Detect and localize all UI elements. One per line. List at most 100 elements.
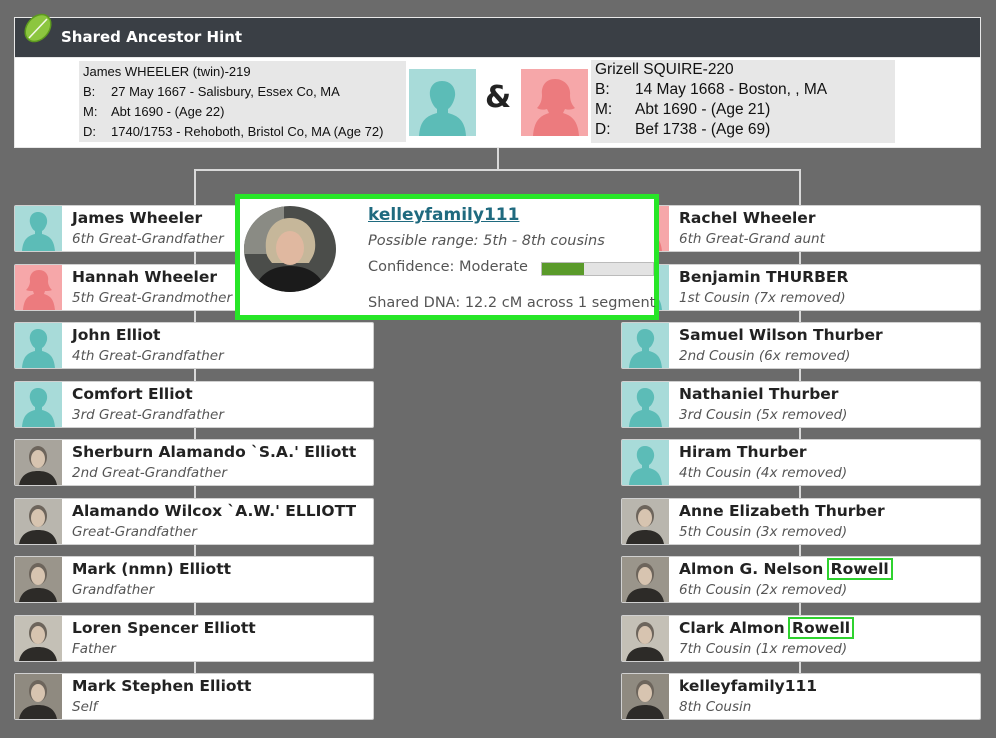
person-name[interactable]: Mark Stephen Elliott: [72, 677, 251, 695]
ancestor-card[interactable]: Loren Spencer Elliott Father: [14, 614, 374, 662]
avatar: [622, 498, 669, 544]
person-name-text: Comfort Elliot: [72, 384, 193, 403]
relative-card[interactable]: kelleyfamily111 8th Cousin: [621, 673, 981, 720]
person-name[interactable]: John Elliot: [72, 326, 160, 344]
wife-info[interactable]: Grizell SQUIRE-220 B: 14 May 1668 - Bosto…: [591, 60, 895, 143]
relative-card[interactable]: Nathaniel Thurber 3rd Cousin (5x removed): [621, 380, 981, 428]
death-label: D:: [83, 124, 96, 139]
relationship-label: Father: [72, 640, 116, 657]
ampersand: &: [485, 80, 512, 115]
person-name[interactable]: Rachel Wheeler: [679, 209, 815, 227]
male-avatar-icon: [15, 381, 62, 427]
person-photo: [15, 557, 62, 602]
avatar: [15, 440, 62, 485]
ancestor-card[interactable]: Sherburn Alamando `S.A.' Elliott 2nd Grea…: [14, 439, 374, 486]
match-photo: [244, 206, 336, 292]
male-avatar-icon: [15, 323, 62, 368]
avatar: [622, 557, 669, 602]
relative-card[interactable]: Almon G. Nelson Rowell 6th Cousin (2x rem…: [621, 556, 981, 603]
person-name[interactable]: Samuel Wilson Thurber: [679, 326, 883, 344]
birth-label: B:: [595, 81, 610, 98]
person-name-text: Mark Stephen Elliott: [72, 677, 252, 695]
avatar: [15, 615, 62, 661]
hint-header: Shared Ancestor Hint: [14, 13, 981, 57]
person-name[interactable]: Almon G. Nelson Rowell: [679, 558, 893, 580]
person-name[interactable]: Mark (nmn) Elliott: [72, 560, 231, 578]
relationship-label: 8th Cousin: [679, 699, 752, 715]
ancestor-card[interactable]: John Elliot 4th Great-Grandfather: [14, 322, 374, 369]
person-name[interactable]: Alamando Wilcox `A.W.' ELLIOTT: [72, 502, 356, 520]
relationship-label: 6th Cousin (2x removed): [679, 582, 848, 598]
avatar: [15, 206, 62, 251]
leaf-icon: [24, 13, 52, 43]
relationship-label: 4th Great-Grandfather: [72, 348, 224, 364]
person-name-text: Alamando Wilcox `A.W.' ELLIOTT: [72, 501, 357, 520]
person-name[interactable]: James Wheeler: [72, 209, 202, 227]
person-name-text: Loren Spencer Elliott: [72, 618, 256, 637]
surname-highlight: Rowell: [788, 616, 855, 639]
relative-card[interactable]: Samuel Wilson Thurber 2nd Cousin (6x remo…: [621, 322, 981, 369]
relative-card[interactable]: Benjamin THURBER 1st Cousin (7x removed): [621, 263, 981, 311]
person-name-text: Sherburn Alamando `S.A.' Elliott: [72, 443, 357, 461]
relative-card[interactable]: Anne Elizabeth Thurber 5th Cousin (3x rem…: [621, 497, 981, 545]
death-value: Bef 1738 - (Age 69): [635, 121, 771, 138]
person-name-text: Hannah Wheeler: [72, 267, 218, 286]
husband-info[interactable]: James WHEELER (twin)-219 B: 27 May 1667 -…: [79, 61, 406, 142]
person-name-text: John Elliot: [72, 326, 161, 344]
birth-value: 27 May 1667 - Salisbury, Essex Co, MA: [111, 84, 340, 99]
shared-dna: Shared DNA: 12.2 cM across 1 segment: [368, 295, 656, 311]
relationship-label: Great-Grandfather: [72, 523, 197, 540]
person-name[interactable]: Sherburn Alamando `S.A.' Elliott: [72, 443, 356, 461]
ancestor-card[interactable]: Mark Stephen Elliott Self: [14, 673, 374, 720]
male-avatar-icon: [409, 69, 476, 136]
person-photo: [15, 498, 62, 544]
connector-line: [497, 148, 499, 171]
relative-card[interactable]: Clark Almon Rowell 7th Cousin (1x removed…: [621, 614, 981, 662]
death-label: D:: [595, 121, 611, 138]
person-name-text: Mark (nmn) Elliott: [72, 560, 232, 578]
person-name[interactable]: Comfort Elliot: [72, 385, 193, 403]
person-photo: [622, 674, 669, 719]
ancestor-card[interactable]: Alamando Wilcox `A.W.' ELLIOTT Great-Gran…: [14, 497, 374, 545]
relationship-label: 5th Cousin (3x removed): [679, 523, 848, 540]
match-username-link[interactable]: kelleyfamily111: [368, 205, 519, 225]
person-name[interactable]: Benjamin THURBER: [679, 268, 848, 286]
person-photo: [15, 674, 62, 719]
relationship-label: 2nd Cousin (6x removed): [679, 348, 851, 364]
avatar: [15, 674, 62, 719]
death-value: 1740/1753 - Rehoboth, Bristol Co, MA (Ag…: [111, 124, 384, 139]
person-name[interactable]: Hannah Wheeler: [72, 268, 217, 286]
person-photo: [622, 498, 669, 544]
ancestor-card[interactable]: Mark (nmn) Elliott Grandfather: [14, 556, 374, 603]
person-name-text: Nathaniel Thurber: [679, 384, 839, 403]
male-avatar-icon: [622, 381, 669, 427]
person-name[interactable]: Clark Almon Rowell: [679, 616, 855, 639]
marriage-value: Abt 1690 - (Age 22): [111, 104, 225, 119]
ancestor-card[interactable]: Comfort Elliot 3rd Great-Grandfather: [14, 380, 374, 428]
person-name-text: kelleyfamily111: [679, 677, 818, 695]
person-name[interactable]: Loren Spencer Elliott: [72, 619, 256, 637]
person-name[interactable]: kelleyfamily111: [679, 677, 817, 695]
relationship-label: 1st Cousin (7x removed): [679, 289, 846, 306]
avatar: [15, 381, 62, 427]
relationship-label: 3rd Cousin (5x removed): [679, 406, 848, 423]
person-name[interactable]: Anne Elizabeth Thurber: [679, 502, 885, 520]
relative-card[interactable]: Rachel Wheeler 6th Great-Grand aunt: [621, 205, 981, 252]
person-name-text: Clark Almon: [679, 618, 791, 637]
person-name-text: Anne Elizabeth Thurber: [679, 501, 885, 520]
person-name[interactable]: Nathaniel Thurber: [679, 385, 838, 403]
male-avatar-icon: [622, 323, 669, 368]
person-name-text: Rachel Wheeler: [679, 209, 816, 227]
avatar: [622, 440, 669, 485]
person-name[interactable]: Hiram Thurber: [679, 443, 806, 461]
birth-value: 14 May 1668 - Boston, , MA: [635, 81, 828, 98]
relationship-label: 5th Great-Grandmother: [72, 289, 233, 306]
relative-card[interactable]: Hiram Thurber 4th Cousin (4x removed): [621, 439, 981, 486]
female-avatar-icon: [521, 69, 588, 136]
wife-name: Grizell SQUIRE-220: [595, 61, 734, 78]
connector-line: [194, 169, 801, 171]
person-name-text: James Wheeler: [72, 209, 203, 227]
ancestor-couple: James WHEELER (twin)-219 B: 27 May 1667 -…: [14, 57, 981, 148]
avatar: [15, 323, 62, 368]
person-photo: [622, 557, 669, 602]
